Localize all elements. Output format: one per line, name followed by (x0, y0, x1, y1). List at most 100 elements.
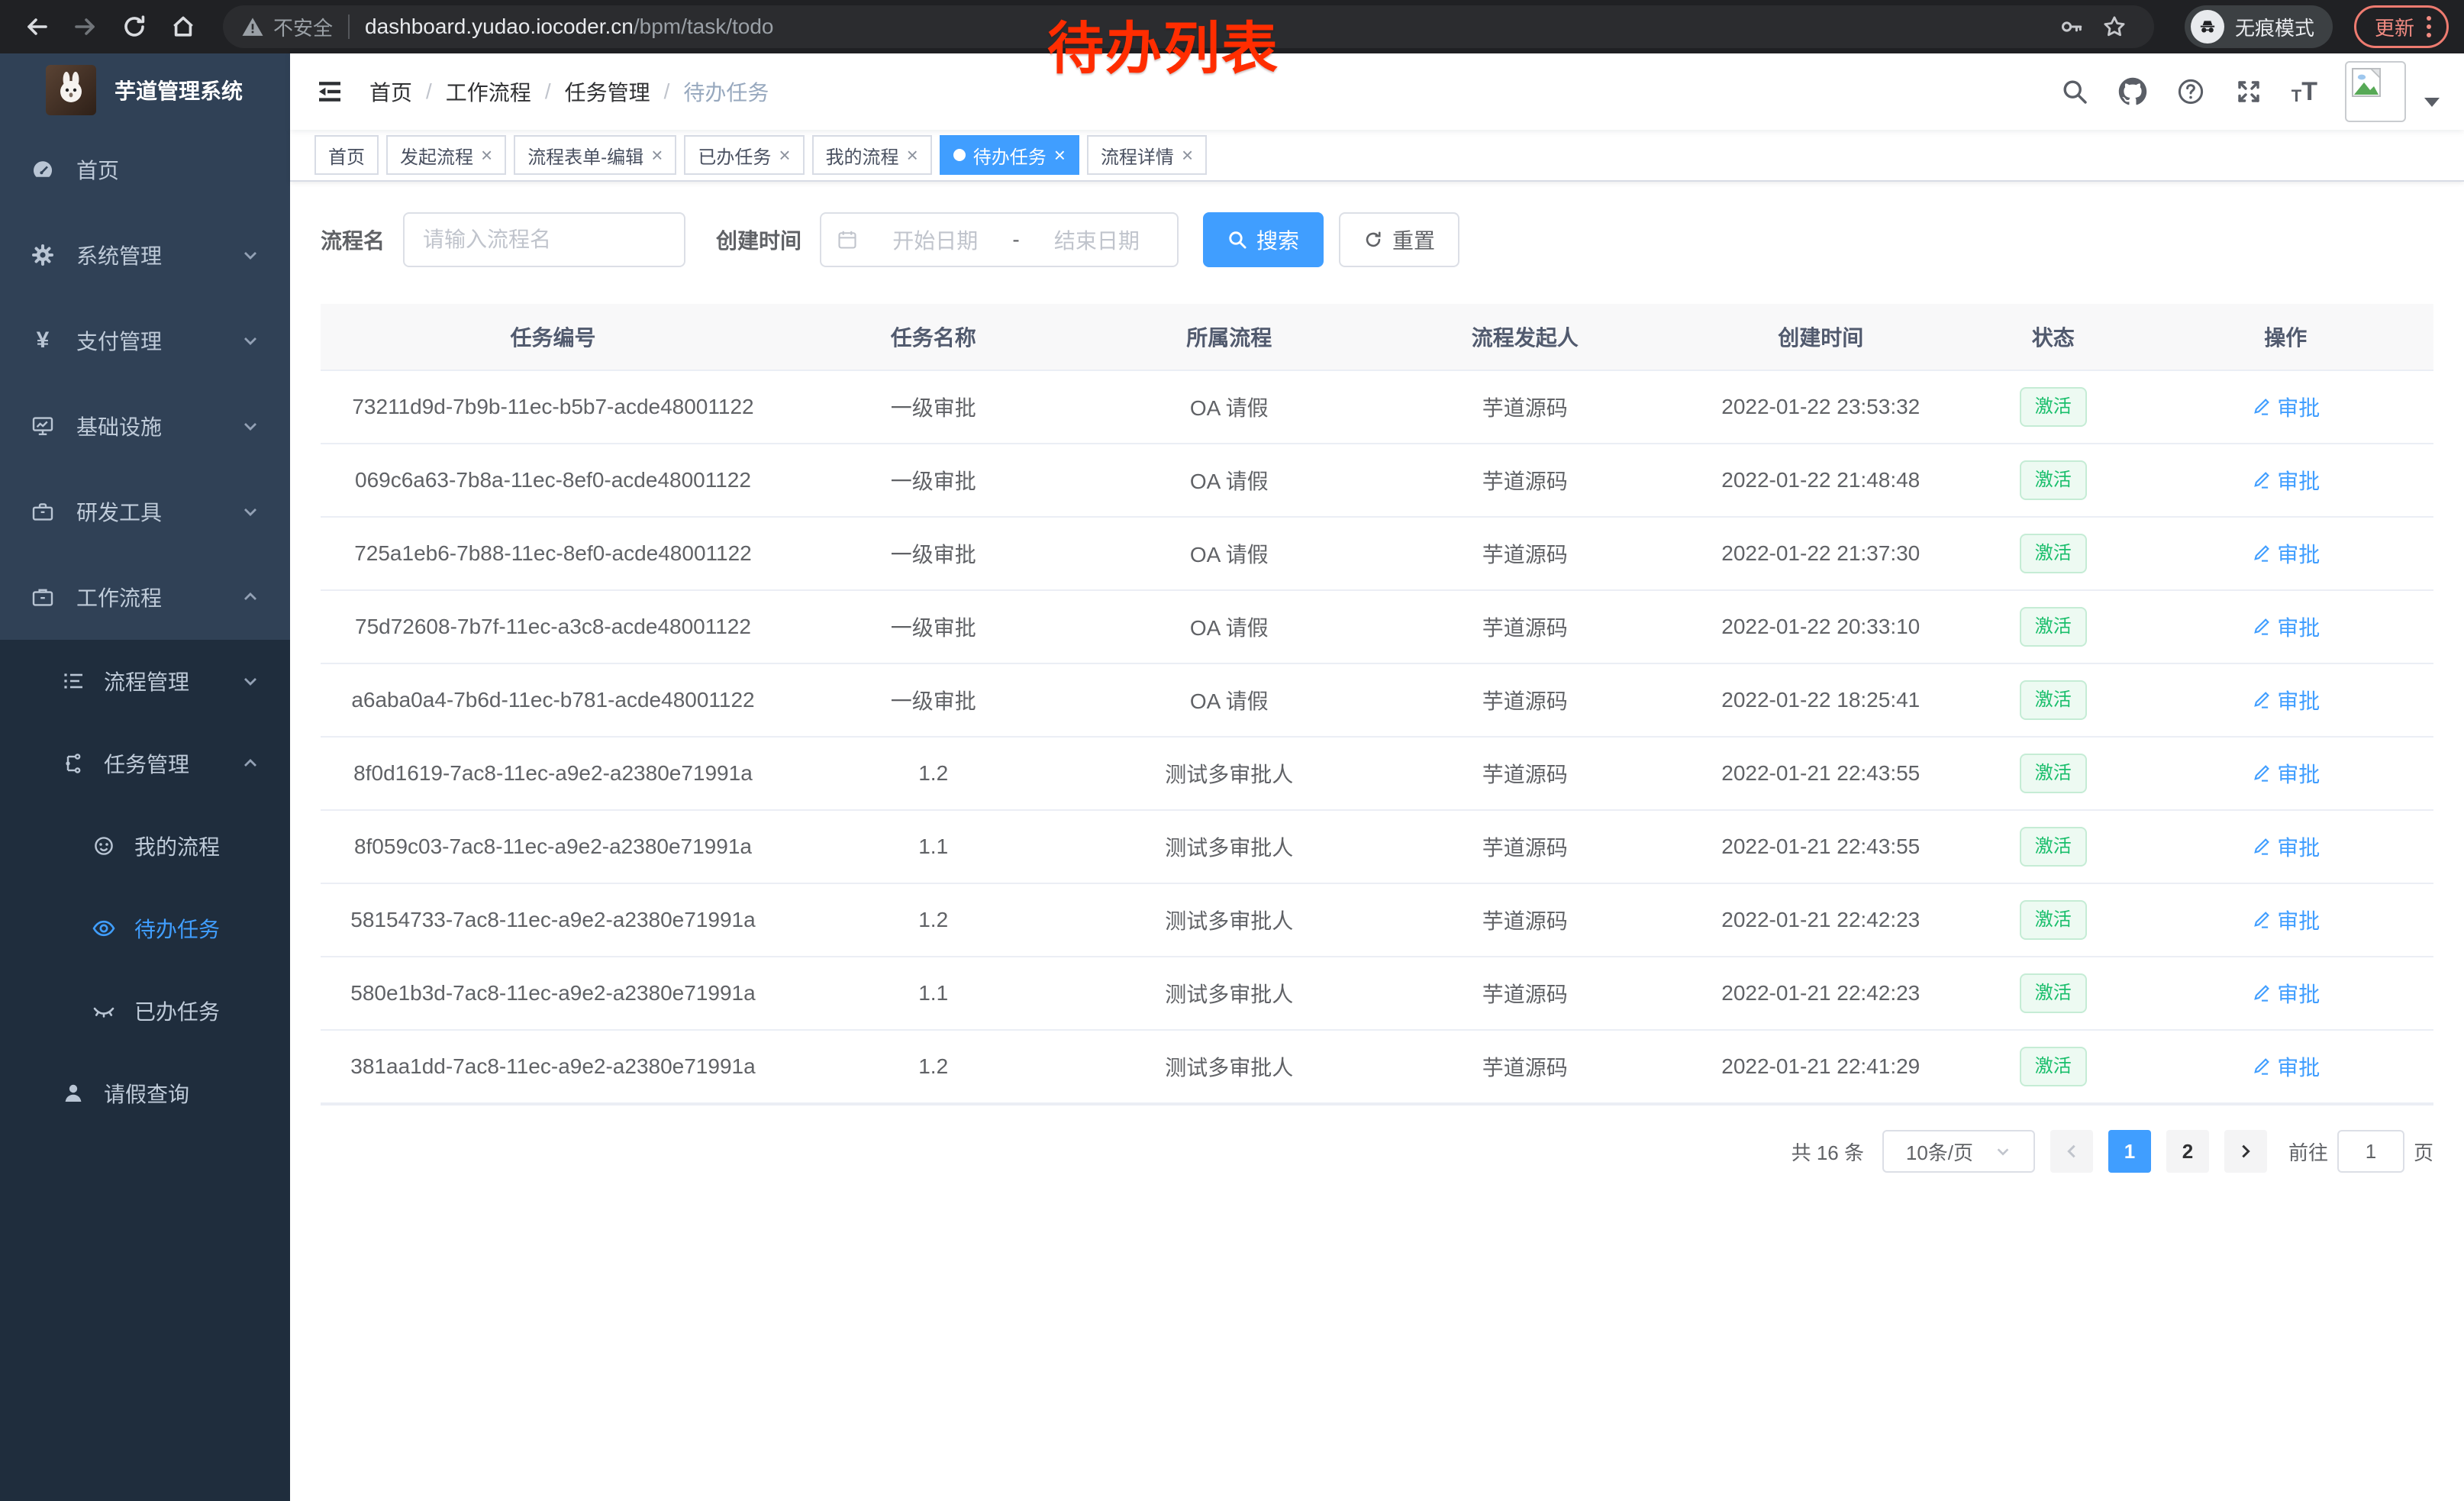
process-cell: 测试多审批人 (1081, 896, 1377, 944)
table-row: 8f059c03-7ac8-11ec-a9e2-a2380e71991a 1.1… (321, 811, 2433, 884)
home-icon[interactable] (162, 5, 205, 48)
approve-link[interactable]: 审批 (2251, 831, 2320, 862)
sidebar-item-process-mgmt[interactable]: 流程管理 (0, 640, 290, 722)
tag-my-process[interactable]: 我的流程× (812, 135, 932, 175)
fullscreen-icon[interactable] (2233, 76, 2264, 107)
initiator-cell: 芋道源码 (1377, 969, 1673, 1018)
sidebar-item-devtools[interactable]: 研发工具 (0, 469, 290, 554)
tag-process-detail[interactable]: 流程详情× (1087, 135, 1207, 175)
initiator-cell: 芋道源码 (1377, 602, 1673, 651)
forward-icon[interactable] (64, 5, 107, 48)
close-tag-icon[interactable]: × (907, 145, 918, 165)
task-id-cell: 725a1eb6-7b88-11ec-8ef0-acde48001122 (321, 532, 785, 575)
font-size-icon[interactable]: TT (2291, 79, 2317, 105)
close-tag-icon[interactable]: × (651, 145, 663, 165)
process-name-input[interactable] (403, 212, 685, 267)
page-button-2[interactable]: 2 (2166, 1130, 2209, 1173)
initiator-cell: 芋道源码 (1377, 383, 1673, 431)
sidebar-item-payment[interactable]: ¥ 支付管理 (0, 298, 290, 383)
tag-start-process[interactable]: 发起流程× (386, 135, 506, 175)
approve-link[interactable]: 审批 (2251, 612, 2320, 642)
reload-icon[interactable] (113, 5, 156, 48)
sidebar-item-done-tasks[interactable]: 已办任务 (0, 970, 290, 1052)
logo-image (46, 65, 96, 115)
star-icon[interactable] (2093, 5, 2136, 48)
search-button[interactable]: 搜索 (1203, 212, 1324, 267)
approve-link[interactable]: 审批 (2251, 465, 2320, 495)
page-size-select[interactable]: 10条/页 (1882, 1130, 2035, 1173)
breadcrumb-home[interactable]: 首页 (369, 76, 412, 107)
back-icon[interactable] (15, 5, 58, 48)
tag-done-tasks[interactable]: 已办任务× (684, 135, 804, 175)
question-icon[interactable] (2175, 76, 2206, 107)
omnibox-divider (348, 15, 350, 39)
approve-link[interactable]: 审批 (2251, 1051, 2320, 1082)
process-cell: 测试多审批人 (1081, 822, 1377, 871)
sidebar-item-todo-tasks[interactable]: 待办任务 (0, 887, 290, 970)
col-action: 操作 (2137, 312, 2433, 361)
close-tag-icon[interactable]: × (779, 145, 790, 165)
task-name-cell: 一级审批 (785, 529, 1082, 578)
sidebar-item-task-mgmt[interactable]: 任务管理 (0, 722, 290, 805)
annotation-overlay: 待办列表 (1047, 3, 1279, 85)
prev-page-button[interactable] (2050, 1130, 2093, 1173)
sidebar-item-infra[interactable]: 基础设施 (0, 383, 290, 469)
security-indicator[interactable]: 不安全 (241, 13, 333, 41)
avatar-dropdown-icon[interactable] (2424, 98, 2440, 107)
close-tag-icon[interactable]: × (1054, 145, 1066, 165)
browser-menu-icon[interactable] (2427, 16, 2431, 37)
approve-link[interactable]: 审批 (2251, 685, 2320, 715)
chevron-down-icon (1995, 1143, 2011, 1160)
approve-link[interactable]: 审批 (2251, 392, 2320, 422)
key-icon[interactable] (2050, 5, 2093, 48)
chevron-right-icon (2237, 1143, 2254, 1160)
table-row: 580e1b3d-7ac8-11ec-a9e2-a2380e71991a 1.1… (321, 957, 2433, 1031)
create-time-cell: 2022-01-22 18:25:41 (1673, 679, 1969, 721)
close-tag-icon[interactable]: × (481, 145, 492, 165)
close-tag-icon[interactable]: × (1182, 145, 1193, 165)
collapse-sidebar-icon[interactable] (314, 75, 348, 108)
page-content: 流程名 创建时间 开始日期 - 结束日期 搜索 重 (290, 182, 2464, 1501)
sidebar-item-workflow[interactable]: 工作流程 (0, 554, 290, 640)
github-icon[interactable] (2117, 76, 2148, 107)
initiator-cell: 芋道源码 (1377, 749, 1673, 798)
breadcrumb-task-mgmt[interactable]: 任务管理 (565, 76, 650, 107)
tag-form-edit[interactable]: 流程表单-编辑× (514, 135, 676, 175)
tag-todo-tasks[interactable]: 待办任务× (940, 135, 1079, 175)
toolbox-icon (31, 499, 55, 524)
sidebar-item-home[interactable]: 首页 (0, 127, 290, 212)
task-name-cell: 1.1 (785, 972, 1082, 1015)
edit-icon (2251, 837, 2271, 857)
status-badge: 激活 (2020, 754, 2087, 793)
page-button-1[interactable]: 1 (2108, 1130, 2151, 1173)
sidebar-item-system[interactable]: 系统管理 (0, 212, 290, 298)
page-unit-label: 页 (2414, 1138, 2433, 1166)
status-badge: 激活 (2020, 827, 2087, 867)
table-row: 58154733-7ac8-11ec-a9e2-a2380e71991a 1.2… (321, 884, 2433, 957)
process-cell: 测试多审批人 (1081, 1042, 1377, 1091)
sidebar-item-my-process[interactable]: 我的流程 (0, 805, 290, 887)
search-icon (1227, 230, 1247, 250)
workflow-submenu: 流程管理 任务管理 我的流程 (0, 640, 290, 1501)
approve-link[interactable]: 审批 (2251, 978, 2320, 1009)
breadcrumb-workflow[interactable]: 工作流程 (446, 76, 531, 107)
date-range-input[interactable]: 开始日期 - 结束日期 (820, 212, 1179, 267)
next-page-button[interactable] (2224, 1130, 2267, 1173)
url-text[interactable]: dashboard.yudao.iocoder.cn/bpm/task/todo (365, 15, 773, 39)
app-logo[interactable]: 芋道管理系统 (0, 53, 290, 127)
table-row: 069c6a63-7b8a-11ec-8ef0-acde48001122 一级审… (321, 444, 2433, 518)
search-icon[interactable] (2059, 76, 2090, 107)
sidebar-item-leave-query[interactable]: 请假查询 (0, 1052, 290, 1135)
total-count: 共 16 条 (1792, 1138, 1864, 1166)
approve-link[interactable]: 审批 (2251, 905, 2320, 935)
approve-link[interactable]: 审批 (2251, 758, 2320, 789)
create-time-cell: 2022-01-21 22:41:29 (1673, 1045, 1969, 1088)
approve-link[interactable]: 审批 (2251, 538, 2320, 569)
sidebar: 芋道管理系统 首页 系统管理 ¥ 支付管理 (0, 53, 290, 1501)
goto-page-input[interactable] (2337, 1130, 2404, 1173)
tag-home[interactable]: 首页 (314, 135, 379, 175)
process-name-label: 流程名 (321, 224, 385, 255)
avatar[interactable] (2345, 61, 2406, 122)
reset-button[interactable]: 重置 (1339, 212, 1459, 267)
update-button[interactable]: 更新 (2354, 5, 2449, 48)
